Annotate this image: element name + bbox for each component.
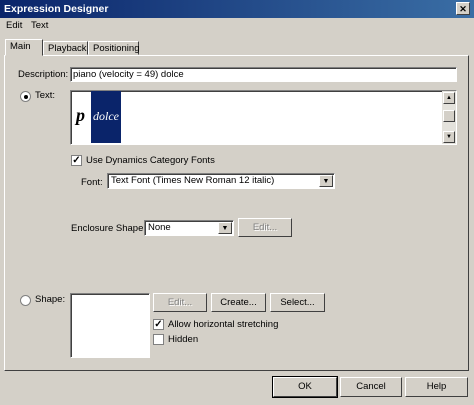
enclosure-edit-button[interactable]: Edit... [238, 218, 292, 237]
chevron-down-icon[interactable]: ▼ [319, 175, 333, 187]
cancel-button[interactable]: Cancel [340, 377, 402, 397]
font-combo[interactable]: Text Font (Times New Roman 12 italic) ▼ [107, 173, 335, 189]
shape-create-button[interactable]: Create... [211, 293, 266, 312]
scroll-thumb[interactable] [443, 110, 455, 122]
description-input[interactable]: piano (velocity = 49) dolce [70, 67, 457, 82]
title-bar: Expression Designer ✕ [0, 0, 474, 18]
description-value: piano (velocity = 49) dolce [73, 69, 184, 80]
menu-text[interactable]: Text [31, 18, 48, 33]
help-button[interactable]: Help [405, 377, 468, 397]
tab-main[interactable]: Main [5, 39, 43, 56]
text-preview-area[interactable]: p dolce ▲ ▼ [70, 90, 457, 145]
dynamics-checkbox[interactable]: ✓ [71, 155, 82, 166]
description-label: Description: [18, 69, 69, 80]
chevron-down-icon[interactable]: ▼ [218, 222, 232, 234]
enclosure-value: None [148, 222, 171, 233]
shape-preview[interactable] [70, 293, 150, 358]
hidden-checkbox[interactable] [153, 334, 164, 345]
font-label: Font: [81, 177, 103, 188]
preview-scrollbar[interactable]: ▲ ▼ [442, 91, 456, 144]
text-radio[interactable] [20, 91, 31, 102]
tab-playback[interactable]: Playback [43, 41, 88, 55]
enclosure-label: Enclosure Shape: [71, 223, 146, 234]
shape-edit-button[interactable]: Edit... [153, 293, 207, 312]
scroll-down-icon[interactable]: ▼ [443, 131, 455, 143]
close-icon[interactable]: ✕ [456, 2, 470, 15]
tab-positioning[interactable]: Positioning [88, 41, 139, 55]
preview-dolce: dolce [93, 109, 119, 123]
stretch-checkbox[interactable]: ✓ [153, 319, 164, 330]
font-value: Text Font (Times New Roman 12 italic) [111, 175, 275, 186]
hidden-checkbox-label: Hidden [168, 334, 199, 345]
preview-selection: dolce [91, 91, 121, 143]
menu-bar: Edit Text [0, 18, 474, 33]
window-title: Expression Designer [4, 3, 109, 15]
text-radio-label: Text: [35, 90, 56, 101]
shape-radio[interactable] [20, 295, 31, 306]
enclosure-combo[interactable]: None ▼ [144, 220, 234, 236]
shape-radio-label: Shape: [35, 294, 66, 305]
preview-dynamic-p: p [76, 105, 85, 125]
menu-edit[interactable]: Edit [6, 18, 22, 33]
dynamics-checkbox-label: Use Dynamics Category Fonts [86, 155, 215, 166]
scroll-up-icon[interactable]: ▲ [443, 92, 455, 104]
stretch-checkbox-label: Allow horizontal stretching [168, 319, 279, 330]
ok-button[interactable]: OK [272, 376, 338, 398]
shape-select-button[interactable]: Select... [270, 293, 325, 312]
